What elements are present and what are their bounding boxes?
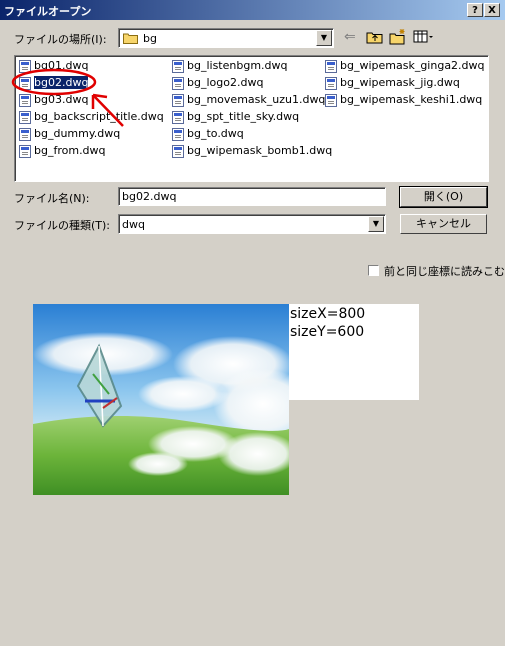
chevron-down-icon[interactable]: ▼ [316,30,332,46]
help-button[interactable]: ? [467,3,483,17]
list-item[interactable]: bg_to.dwq [172,126,244,142]
file-icon [172,59,184,73]
preview-size-x: sizeX=800 [290,306,366,322]
filename-input[interactable]: bg02.dwq [118,187,386,206]
list-item[interactable]: bg_from.dwq [19,143,106,159]
chevron-down-icon[interactable]: ▼ [368,216,384,232]
file-icon [172,127,184,141]
window-title: ファイルオープン [4,5,92,18]
back-arrow-icon[interactable]: ⇐ [344,29,360,45]
view-menu-icon[interactable] [413,29,435,45]
location-value: bg [143,32,157,45]
location-label: ファイルの場所(I): [14,33,107,46]
file-icon [172,93,184,107]
list-item[interactable]: bg_wipemask_ginga2.dwq [325,58,485,74]
list-item[interactable]: bg_logo2.dwq [172,75,263,91]
same-coords-label: 前と同じ座標に読みこむ [384,265,505,278]
close-button[interactable]: X [484,3,500,17]
list-item[interactable]: bg_wipemask_bomb1.dwq [172,143,332,159]
file-icon [172,76,184,90]
location-combo[interactable]: bg ▼ [118,28,334,48]
file-icon [325,59,337,73]
folder-icon [123,32,138,44]
red-annotation-arrow-icon [11,68,124,127]
same-coords-checkbox[interactable] [368,265,379,276]
filetype-label: ファイルの種類(T): [14,219,111,232]
preview-size-y: sizeY=600 [290,324,365,340]
preview-info-panel: sizeX=800 sizeY=600 [289,304,419,400]
file-icon [19,144,31,158]
list-item[interactable]: bg_movemask_uzu1.dwq [172,92,325,108]
list-item[interactable]: bg_wipemask_jig.dwq [325,75,460,91]
filename-value: bg02.dwq [122,190,177,203]
filetype-select[interactable]: dwq ▼ [118,214,386,234]
cancel-button[interactable]: キャンセル [400,214,487,234]
list-item[interactable]: bg_spt_title_sky.dwq [172,109,299,125]
list-item[interactable]: bg_listenbgm.dwq [172,58,288,74]
preview-image [33,304,289,495]
filename-label: ファイル名(N): [14,192,90,205]
file-icon [325,76,337,90]
new-folder-icon[interactable] [389,28,407,45]
filetype-value: dwq [122,218,145,231]
file-icon [172,144,184,158]
list-item[interactable]: bg_wipemask_keshi1.dwq [325,92,482,108]
file-icon [325,93,337,107]
up-folder-icon[interactable] [366,29,384,45]
open-button[interactable]: 開く(O) [399,186,488,208]
file-icon [172,110,184,124]
